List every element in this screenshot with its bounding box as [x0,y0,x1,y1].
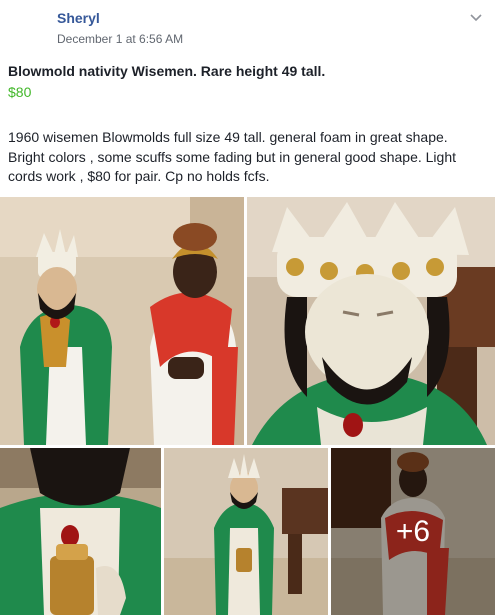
wiseman-room-image [164,448,328,615]
photo-3[interactable] [0,448,161,615]
photo-1[interactable] [0,197,244,445]
author-name[interactable]: Sheryl [57,10,100,26]
photo-grid: +6 [0,197,495,615]
post-timestamp[interactable]: December 1 at 6:56 AM [57,32,183,46]
photo-5[interactable]: +6 [331,448,495,615]
wiseman-gift-image [0,448,161,615]
photo-2[interactable] [247,197,495,445]
listing-description: 1960 wisemen Blowmolds full size 49 tall… [8,129,457,184]
listing-price: $80 [8,84,32,100]
photo-4[interactable] [164,448,328,615]
listing-title: Blowmold nativity Wisemen. Rare height 4… [8,63,326,79]
more-photos-count: +6 [395,514,431,548]
wiseman-closeup-image [247,197,495,445]
post-header: Sheryl December 1 at 6:56 AM [0,0,495,56]
more-photos-overlay[interactable]: +6 [331,448,495,615]
chevron-down-icon[interactable] [469,10,483,24]
wisemen-pair-image [0,197,244,445]
